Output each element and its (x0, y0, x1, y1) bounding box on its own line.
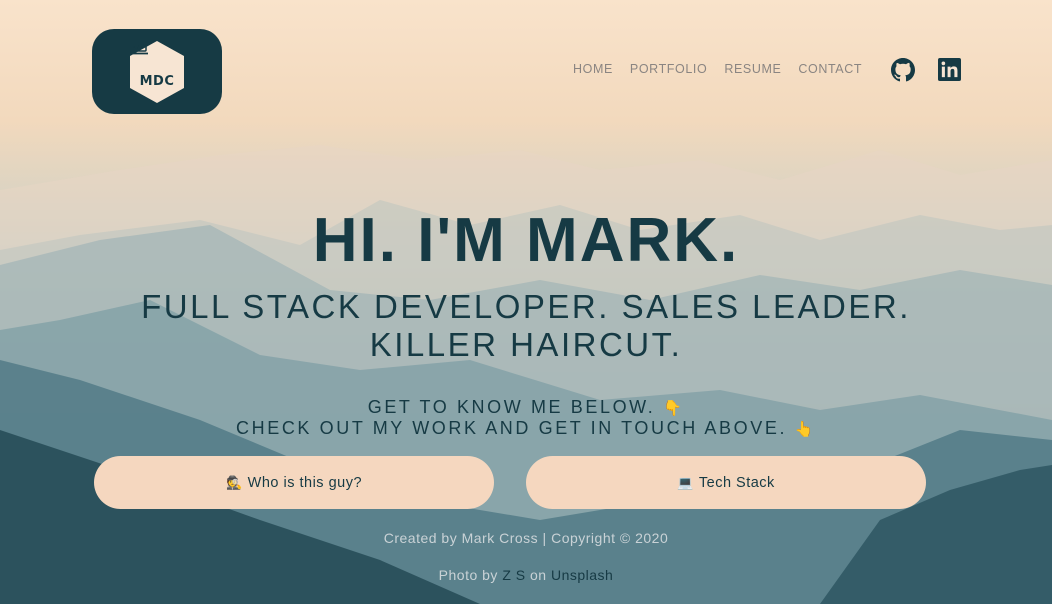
subtitle-line-1: FULL STACK DEVELOPER. SALES LEADER. (141, 288, 911, 325)
who-button-label: Who is this guy? (247, 474, 363, 491)
footer-photo-credit: Photo by Z S on Unsplash (0, 567, 1052, 583)
detective-icon: 🕵 (225, 474, 243, 490)
nav-home[interactable]: HOME (573, 62, 613, 76)
unsplash-link[interactable]: Unsplash (551, 567, 613, 583)
main-nav: HOME PORTFOLIO RESUME CONTACT (573, 62, 879, 76)
tech-stack-button[interactable]: 💻 Tech Stack (526, 456, 926, 509)
logo-hexagon: </> MDC (128, 39, 186, 104)
nav-portfolio[interactable]: PORTFOLIO (630, 62, 707, 76)
logo-text: MDC (139, 73, 175, 89)
photo-author-link[interactable]: Z S (502, 567, 525, 583)
nav-resume[interactable]: RESUME (724, 62, 781, 76)
tagline-text-2: CHECK OUT MY WORK AND GET IN TOUCH ABOVE… (236, 418, 788, 438)
github-icon[interactable] (891, 58, 915, 82)
svg-text:</>: </> (133, 44, 144, 51)
pointing-down-icon: 👇 (662, 400, 685, 417)
hero-title: HI. I'M MARK. (312, 206, 740, 275)
nav-contact[interactable]: CONTACT (798, 62, 862, 76)
tagline-line-2: CHECK OUT MY WORK AND GET IN TOUCH ABOVE… (0, 418, 1052, 440)
footer-copyright: Created by Mark Cross | Copyright © 2020 (383, 530, 669, 546)
linkedin-icon[interactable] (938, 58, 961, 81)
site-logo[interactable]: </> MDC (92, 29, 222, 114)
subtitle-line-2: KILLER HAIRCUT. (369, 326, 683, 363)
photo-credit-prefix: Photo by (438, 567, 498, 583)
who-is-this-guy-button[interactable]: 🕵 Who is this guy? (94, 456, 494, 509)
tech-button-label: Tech Stack (698, 474, 775, 491)
laptop-icon: 💻 (677, 474, 694, 490)
tagline-line-1: GET TO KNOW ME BELOW. 👇 (0, 397, 1052, 419)
tagline-text-1: GET TO KNOW ME BELOW. (367, 397, 656, 417)
code-laptop-icon: </> (128, 39, 148, 54)
pointing-up-icon: 👆 (794, 421, 816, 438)
photo-credit-mid: on (529, 567, 547, 583)
hero-subtitle: FULL STACK DEVELOPER. SALES LEADER. KILL… (0, 288, 1052, 364)
